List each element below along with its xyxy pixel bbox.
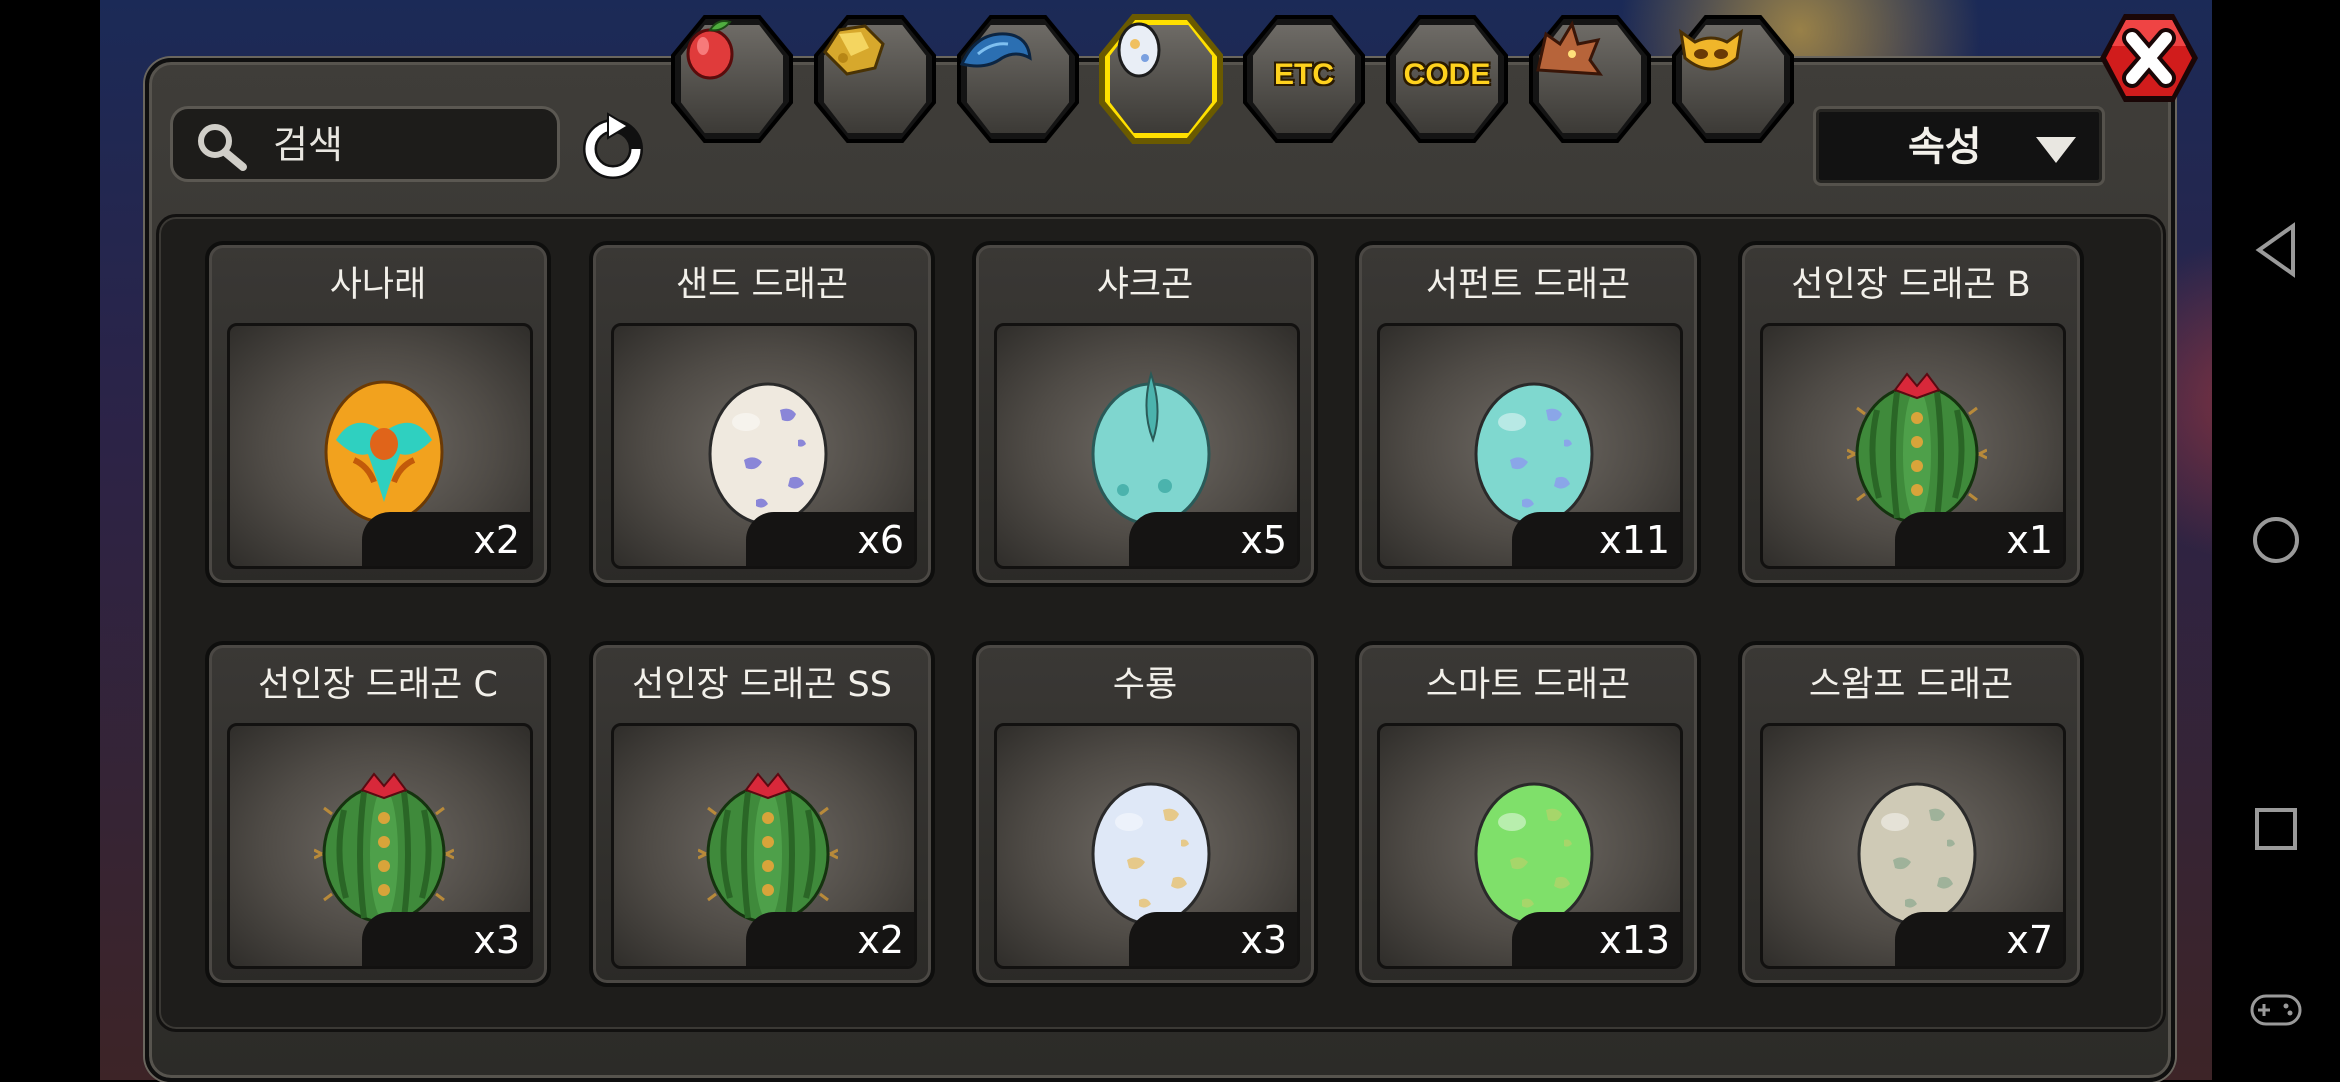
dragon-egg-icon <box>698 772 838 924</box>
item-count: x2 <box>857 918 904 962</box>
dragon-head-icon <box>1536 20 1604 76</box>
fruit-icon <box>686 20 734 80</box>
item-image-frame: x2 <box>227 323 533 569</box>
item-card[interactable]: 서펀트 드래곤 x11 <box>1355 241 1701 587</box>
item-count-badge: x3 <box>362 912 530 966</box>
item-image-frame: x11 <box>1377 323 1683 569</box>
tab-dragon[interactable] <box>1528 14 1652 144</box>
tab-code[interactable]: CODE <box>1385 14 1509 144</box>
item-count: x3 <box>473 918 520 962</box>
sort-dropdown-label: 속성 <box>1908 124 1982 170</box>
item-name: 선인장 드래곤 C <box>258 665 498 705</box>
item-image-frame: x2 <box>611 723 917 969</box>
dragon-egg-icon <box>708 382 828 526</box>
search-placeholder: 검색 <box>273 123 343 167</box>
item-image-frame: x7 <box>1760 723 2066 969</box>
item-image-frame: x5 <box>994 323 1300 569</box>
item-name: 스마트 드래곤 <box>1425 665 1631 705</box>
item-image-frame: x13 <box>1377 723 1683 969</box>
nav-home-button[interactable] <box>2212 514 2340 566</box>
nav-recents-button[interactable] <box>2212 804 2340 854</box>
tab-fruit[interactable] <box>670 14 794 144</box>
dragon-egg-icon <box>1857 782 1977 926</box>
item-image-frame: x3 <box>227 723 533 969</box>
item-count-badge: x2 <box>362 512 530 566</box>
item-count-badge: x7 <box>1895 912 2063 966</box>
tab-dragon-scale[interactable] <box>956 14 1080 144</box>
dragon-egg-icon <box>324 380 444 524</box>
mask-icon <box>1678 28 1744 71</box>
item-name: 샌드 드래곤 <box>675 265 849 305</box>
dragon-egg-icon <box>1847 372 1987 524</box>
item-image-frame: x3 <box>994 723 1300 969</box>
refresh-icon <box>583 112 643 179</box>
item-image-frame: x1 <box>1760 323 2066 569</box>
item-count: x5 <box>1240 518 1287 562</box>
dragon-egg-icon <box>314 772 454 924</box>
item-count-badge: x1 <box>1895 512 2063 566</box>
item-card[interactable]: 사나래 x2 <box>205 241 551 587</box>
close-icon <box>2100 14 2198 102</box>
item-name: 스왐프 드래곤 <box>1808 665 2014 705</box>
item-card[interactable]: 선인장 드래곤 SS x2 <box>589 641 935 987</box>
android-nav-bar <box>2212 0 2340 1080</box>
item-count: x2 <box>473 518 520 562</box>
item-count-badge: x11 <box>1512 512 1680 566</box>
item-count-badge: x3 <box>1129 912 1297 966</box>
item-name: 샤크곤 <box>1096 265 1194 305</box>
item-name: 사나래 <box>329 265 427 305</box>
item-card[interactable]: 선인장 드래곤 C x3 <box>205 641 551 987</box>
item-count: x6 <box>857 518 904 562</box>
blue-dragon-icon <box>959 32 1032 68</box>
item-count-badge: x5 <box>1129 512 1297 566</box>
tab-egg[interactable] <box>1099 14 1223 144</box>
chevron-down-icon <box>2036 137 2076 163</box>
tab-mask[interactable] <box>1671 14 1795 144</box>
egg-icon <box>1117 22 1161 78</box>
close-button[interactable] <box>2094 8 2204 108</box>
item-count: x13 <box>1599 918 1670 962</box>
item-card[interactable]: 스마트 드래곤 x13 <box>1355 641 1701 987</box>
item-name: 선인장 드래곤 B <box>1791 265 2031 305</box>
tab-gold[interactable] <box>813 14 937 144</box>
item-image-frame: x6 <box>611 323 917 569</box>
item-card[interactable]: 스왐프 드래곤 x7 <box>1738 641 2084 987</box>
sort-dropdown[interactable]: 속성 <box>1813 106 2105 186</box>
dragon-egg-icon <box>1091 782 1211 926</box>
dragon-egg-icon <box>1474 782 1594 926</box>
search-input[interactable]: 검색 <box>170 106 560 182</box>
search-icon <box>198 124 247 171</box>
item-name: 선인장 드래곤 SS <box>632 665 892 705</box>
item-count: x3 <box>1240 918 1287 962</box>
item-name: 수룡 <box>1112 665 1178 705</box>
item-count-badge: x2 <box>746 912 914 966</box>
gold-ore-icon <box>823 24 885 76</box>
item-card[interactable]: 수룡 x3 <box>972 641 1318 987</box>
refresh-button[interactable] <box>578 112 648 182</box>
item-card[interactable]: 샤크곤 x5 <box>972 241 1318 587</box>
nav-back-button[interactable] <box>2212 222 2340 278</box>
item-count: x1 <box>2006 518 2053 562</box>
gamepad-icon[interactable] <box>2212 990 2340 1030</box>
item-name: 서펀트 드래곤 <box>1425 265 1631 305</box>
tab-label: ETC <box>1274 58 1334 91</box>
dragon-egg-icon <box>1091 370 1211 526</box>
item-count: x7 <box>2006 918 2053 962</box>
tab-etc[interactable]: ETC <box>1242 14 1366 144</box>
dragon-egg-icon <box>1474 382 1594 526</box>
item-count-badge: x6 <box>746 512 914 566</box>
item-card[interactable]: 샌드 드래곤 x6 <box>589 241 935 587</box>
item-count: x11 <box>1599 518 1670 562</box>
item-count-badge: x13 <box>1512 912 1680 966</box>
tab-label: CODE <box>1403 58 1491 91</box>
item-card[interactable]: 선인장 드래곤 B x1 <box>1738 241 2084 587</box>
